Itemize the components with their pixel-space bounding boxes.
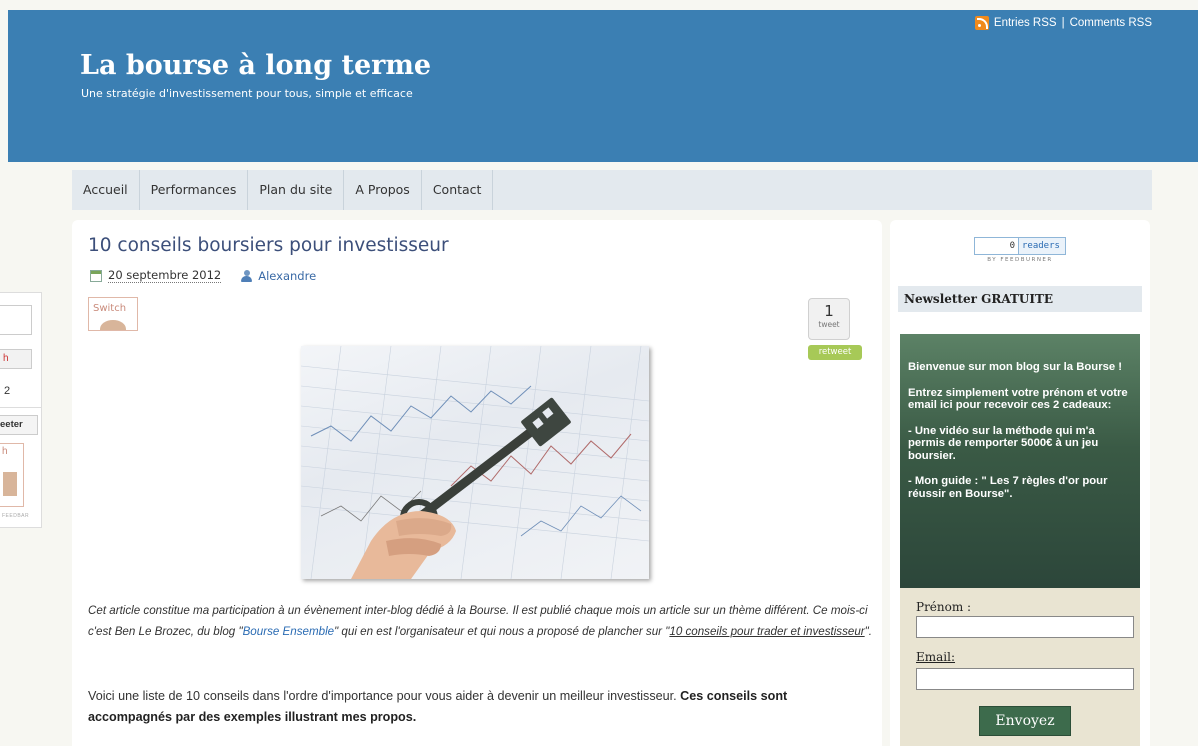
intro-text-b: " qui en est l'organisateur et qui nous … [334, 625, 670, 638]
rss-comments-link[interactable]: Comments RSS [1070, 17, 1152, 29]
prenom-label: Prénom : [916, 600, 972, 614]
avatar [100, 320, 126, 330]
share-widget: h 2 eeter h FEEDBAR [0, 292, 42, 528]
article-image-svg [301, 346, 649, 579]
nav-item-performances[interactable]: Performances [140, 170, 249, 210]
newsletter-form: Prénom : Email: Envoyez [900, 588, 1140, 746]
main-nav: Accueil Performances Plan du site A Prop… [72, 170, 1152, 210]
list-intro-text: Voici une liste de 10 conseils dans l'or… [88, 689, 681, 703]
share-widget-footer: FEEDBAR [2, 513, 30, 519]
post-meta: 20 septembre 2012 Alexandre [90, 268, 316, 283]
switch-widget[interactable]: Switch [88, 297, 138, 331]
tweet-label: tweet [818, 320, 840, 329]
share-widget-photo[interactable]: h [0, 443, 24, 507]
article-paragraph-intro: Cet article constitue ma participation à… [88, 600, 873, 642]
key-on-stock-chart-photo [301, 346, 649, 579]
newsletter-gift-1: - Une vidéo sur la méthode qui m'a permi… [908, 424, 1099, 462]
nav-item-accueil[interactable]: Accueil [72, 170, 140, 210]
feedburner-readers-badge[interactable]: 0 readers [974, 237, 1066, 255]
avatar [3, 472, 17, 496]
rss-entries-link[interactable]: Entries RSS [994, 17, 1057, 29]
intro-text-c: ". [864, 625, 872, 638]
share-widget-count: 2 [4, 385, 11, 397]
calendar-icon [90, 269, 102, 282]
share-widget-divider [0, 407, 41, 408]
rss-icon [974, 16, 989, 30]
submit-button[interactable]: Envoyez [979, 706, 1071, 736]
rss-separator: | [1061, 17, 1065, 29]
sidebar: 0 readers BY FEEDBURNER Newsletter GRATU… [890, 220, 1150, 746]
share-widget-button-label: h [3, 353, 9, 364]
post-date: 20 septembre 2012 [108, 268, 222, 283]
site-title[interactable]: La bourse à long terme [80, 50, 431, 81]
share-widget-button[interactable]: h [0, 349, 32, 369]
newsletter-instructions: Entrez simplement votre prénom et votre … [908, 386, 1128, 412]
prenom-field[interactable] [916, 616, 1134, 638]
email-field[interactable] [916, 668, 1134, 690]
newsletter-gift-2: - Mon guide : " Les 7 règles d'or pour r… [908, 475, 1108, 500]
share-widget-photo-label: h [2, 446, 8, 457]
nav-item-contact[interactable]: Contact [422, 170, 494, 210]
newsletter-promo: Bienvenue sur mon blog sur la Bourse ! E… [900, 334, 1140, 588]
main-content: 10 conseils boursiers pour investisseur … [72, 220, 882, 746]
article-paragraph-list-intro: Voici une liste de 10 conseils dans l'or… [88, 686, 873, 728]
post-title[interactable]: 10 conseils boursiers pour investisseur [88, 235, 449, 256]
site-tagline: Une stratégie d'investissement pour tous… [81, 87, 413, 100]
conseils-trader-link[interactable]: 10 conseils pour trader et investisseur [669, 625, 864, 638]
nav-item-a-propos[interactable]: A Propos [344, 170, 422, 210]
newsletter-title: Newsletter GRATUITE [898, 286, 1142, 312]
email-label: Email: [916, 650, 956, 664]
newsletter-welcome: Bienvenue sur mon blog sur la Bourse ! [908, 361, 1123, 373]
readers-count: 0 [975, 238, 1019, 254]
share-widget-input[interactable] [0, 305, 32, 335]
switch-label: Switch [93, 303, 127, 314]
post-author-link[interactable]: Alexandre [258, 269, 316, 283]
bourse-ensemble-link[interactable]: Bourse Ensemble [243, 625, 335, 638]
rss-links: Entries RSS | Comments RSS [974, 16, 1152, 30]
site-header: Entries RSS | Comments RSS La bourse à l… [8, 10, 1198, 162]
retweet-button[interactable]: retweet [808, 345, 862, 360]
feedburner-credit: BY FEEDBURNER [987, 257, 1053, 263]
user-icon [241, 269, 253, 282]
share-widget-tweeter-button[interactable]: eeter [0, 415, 38, 435]
readers-label: readers [1022, 241, 1060, 251]
nav-item-plan-du-site[interactable]: Plan du site [248, 170, 345, 210]
tweet-counter[interactable]: 1 tweet [808, 298, 850, 340]
